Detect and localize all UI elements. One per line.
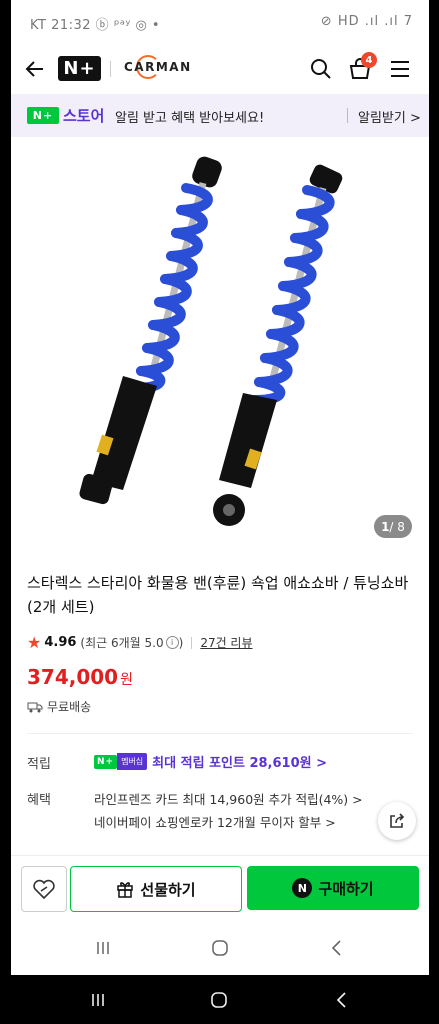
benefit-item[interactable]: 네이버페이 쇼핑엔로카 12개월 무이자 할부 > xyxy=(94,812,336,831)
nplus-membership-badge: N+ xyxy=(94,754,118,769)
notify-link[interactable]: 알림받기 > xyxy=(358,107,421,126)
shipping-info: 무료배송 xyxy=(27,698,91,715)
review-count-link[interactable]: 27건 리뷰 xyxy=(200,634,252,651)
header-divider xyxy=(110,61,111,77)
info-icon[interactable]: i xyxy=(165,636,179,649)
app-screen: KT 21:32 ⓑ ᵖᵃʸ ◎ • ⊘ HD .ıl .ıl 7 N+ CAR… xyxy=(11,0,429,975)
banner-message: 알림 받고 혜택 받아보세요! xyxy=(115,111,265,126)
section-divider xyxy=(27,733,413,734)
nplus-badge: N+ xyxy=(27,107,59,124)
search-button[interactable] xyxy=(307,55,335,83)
back-nav-button[interactable] xyxy=(325,937,349,959)
recent-apps-button[interactable] xyxy=(91,938,115,958)
rating-note-end: ) xyxy=(178,635,184,650)
purchase-bar: 선물하기 N 구매하기 xyxy=(11,855,429,922)
app-nav-bar xyxy=(11,922,429,975)
pager-total: / 8 xyxy=(389,519,405,534)
naverpay-icon: N xyxy=(292,878,313,898)
rating-divider xyxy=(191,636,193,649)
gift-label: 선물하기 xyxy=(140,880,196,899)
gift-button[interactable]: 선물하기 xyxy=(70,866,242,912)
product-price: 374,000 원 xyxy=(27,665,133,689)
recent-apps-icon xyxy=(97,942,109,954)
home-button[interactable] xyxy=(208,937,232,959)
status-left: KT 21:32 ⓑ ᵖᵃʸ ◎ • xyxy=(30,18,161,33)
shock-absorber-right xyxy=(213,164,343,526)
status-right: ⊘ HD .ıl .ıl 7 xyxy=(320,14,413,29)
recent-apps-icon xyxy=(92,994,104,1006)
rating-row: ★ 4.96 (최근 6개월 5.0 i ) 27건 리뷰 xyxy=(27,633,253,652)
product-photo xyxy=(79,156,343,526)
notification-banner[interactable]: N+ 스토어 알림 받고 혜택 받아보세요! 알림받기 > xyxy=(11,94,429,137)
hamburger-menu-icon xyxy=(391,61,409,77)
chevron-left-icon xyxy=(336,992,346,1008)
membership-badge: 멤버십 xyxy=(117,753,148,770)
chevron-left-icon xyxy=(331,940,341,956)
buy-button[interactable]: N 구매하기 xyxy=(247,866,419,910)
wishlist-button[interactable] xyxy=(21,866,67,912)
share-icon xyxy=(390,813,405,828)
system-back-button[interactable] xyxy=(330,989,354,1011)
home-icon xyxy=(212,940,228,956)
status-bar: KT 21:32 ⓑ ᵖᵃʸ ◎ • ⊘ HD .ıl .ıl 7 xyxy=(11,0,429,46)
shock-absorber-left xyxy=(79,156,222,505)
nplus-logo[interactable]: N+ xyxy=(58,56,101,81)
search-icon xyxy=(311,59,331,79)
store-label: 스토어 xyxy=(63,107,105,125)
points-row[interactable]: N+ 멤버십 최대 적립 포인트 28,610원 > xyxy=(94,752,327,771)
back-button[interactable] xyxy=(21,55,49,83)
heart-link-icon xyxy=(33,879,55,900)
gift-icon xyxy=(117,882,134,898)
product-title: 스타렉스 스타리아 화물용 밴(후륜) 쇽업 애쇼쇼바 / 튜닝쇼바(2개 세트… xyxy=(27,574,409,616)
star-icon: ★ xyxy=(27,633,42,652)
product-image-gallery[interactable]: 1 / 8 xyxy=(11,138,429,550)
rating-score: 4.96 xyxy=(44,635,77,650)
truck-icon xyxy=(27,702,43,712)
rating-note: (최근 6개월 5.0 xyxy=(80,636,164,650)
system-home-button[interactable] xyxy=(207,989,231,1011)
points-label: 적립 xyxy=(27,757,51,772)
pager-current: 1 xyxy=(381,519,390,534)
banner-divider xyxy=(347,108,348,123)
benefit-item[interactable]: 라인프렌즈 카드 최대 14,960원 추가 적립(4%) > xyxy=(94,789,363,808)
share-button[interactable] xyxy=(378,802,416,840)
arrow-left-icon xyxy=(25,61,43,77)
image-pager: 1 / 8 xyxy=(374,515,412,538)
system-nav-bar xyxy=(0,975,439,1024)
buy-label: 구매하기 xyxy=(318,879,374,898)
cart-count-badge: 4 xyxy=(361,52,377,68)
carman-brand-link[interactable]: CARMAN xyxy=(124,60,192,74)
menu-button[interactable] xyxy=(386,55,414,83)
price-value: 374,000 xyxy=(27,665,119,689)
points-text: 최대 적립 포인트 28,610원 > xyxy=(152,756,328,771)
benefits-label: 혜택 xyxy=(27,793,51,808)
price-currency: 원 xyxy=(120,672,133,688)
shipping-text: 무료배송 xyxy=(47,700,92,714)
home-icon xyxy=(211,992,227,1008)
top-nav-bar: N+ CARMAN 4 xyxy=(11,46,429,92)
system-recent-button[interactable] xyxy=(86,990,110,1010)
